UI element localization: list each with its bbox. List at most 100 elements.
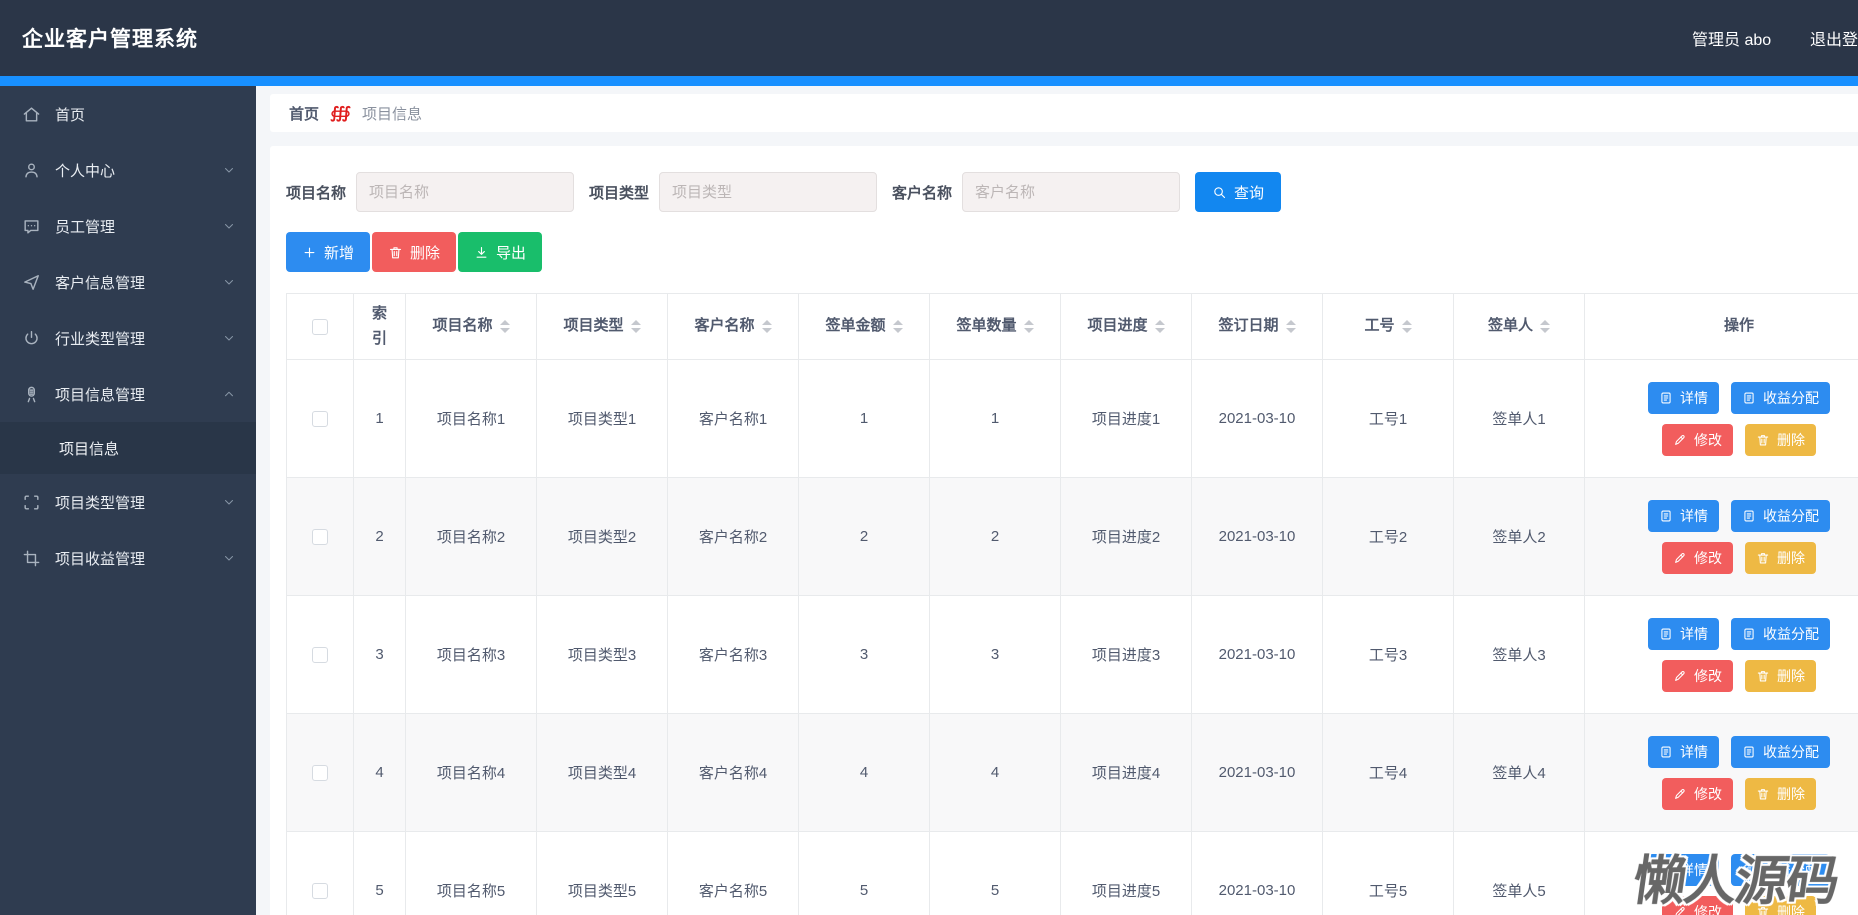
header-cell-ops: 操作: [1584, 293, 1858, 360]
profit-assign-button[interactable]: 收益分配: [1731, 499, 1830, 532]
logout-button[interactable]: 退出登录: [1810, 26, 1858, 50]
cell-ops: 详情 收益分配修改 删除: [1584, 831, 1858, 915]
profit-assign-button[interactable]: 收益分配: [1731, 381, 1830, 414]
chevron-down-icon: [222, 495, 236, 509]
delete-button[interactable]: 删除: [1745, 895, 1816, 915]
cell-job_no: 工号5: [1322, 831, 1454, 915]
cell-signer: 签单人5: [1453, 831, 1585, 915]
project-type-input[interactable]: [659, 172, 878, 212]
detail-button[interactable]: 详情: [1648, 617, 1719, 650]
header-cell-quantity[interactable]: 签单数量: [929, 293, 1061, 360]
header-cell-progress[interactable]: 项目进度: [1060, 293, 1192, 360]
select-all-checkbox[interactable]: [312, 318, 328, 335]
sidebar-item[interactable]: 客户信息管理: [0, 254, 256, 310]
header-cell-date[interactable]: 签订日期: [1191, 293, 1323, 360]
edit-button-label: 修改: [1694, 549, 1722, 566]
detail-button[interactable]: 详情: [1648, 735, 1719, 768]
file-icon: [1659, 391, 1673, 405]
row-checkbox[interactable]: [312, 765, 328, 782]
crop-icon: [22, 549, 41, 568]
home-icon: [22, 105, 41, 124]
cell-name: 项目名称1: [405, 359, 537, 478]
edit-button[interactable]: 修改: [1662, 895, 1733, 915]
row-checkbox[interactable]: [312, 529, 328, 546]
cell-ops: 详情 收益分配 修改 删除: [1584, 477, 1858, 596]
header-cell-amount[interactable]: 签单金额: [798, 293, 930, 360]
cell-progress: 项目进度1: [1060, 359, 1192, 478]
pen-icon: [1673, 433, 1687, 447]
cell-progress: 项目进度5: [1060, 831, 1192, 915]
sort-caret-icon: [1285, 320, 1296, 334]
sidebar-submenu: 项目信息: [0, 422, 256, 474]
detail-button[interactable]: 详情: [1648, 853, 1719, 886]
projects-table: 索引 项目名称 项目类型 客户名称 签单金额 签单数量 项目进度 签订日期 工号 签单人 操作 1项…: [286, 293, 1858, 915]
header-cell-customer[interactable]: 客户名称: [667, 293, 799, 360]
delete-button[interactable]: 删除: [1745, 541, 1816, 574]
header-cell-name[interactable]: 项目名称: [405, 293, 537, 360]
cell-quantity: 1: [929, 359, 1061, 478]
sidebar-item[interactable]: 员工管理: [0, 198, 256, 254]
sidebar-item-label: 首页: [55, 106, 86, 124]
sidebar-menu: 首页个人中心员工管理客户信息管理行业类型管理项目信息管理 项目信息 项目类型管理 项目…: [0, 86, 256, 915]
sidebar-item-label: 个人中心: [55, 162, 116, 180]
delete-button[interactable]: 删除: [1745, 423, 1816, 456]
table-row: 1 项目名称1 项目类型1 客户名称1 1 1 项目进度1 2021-03-10 工号1 签单人1…: [286, 359, 1858, 478]
sidebar-item[interactable]: 个人中心: [0, 142, 256, 198]
detail-button[interactable]: 详情: [1648, 381, 1719, 414]
sidebar-subitem[interactable]: 项目信息: [0, 422, 256, 474]
table-row: 4 项目名称4 项目类型4 客户名称4 4 4 项目进度4 2021-03-10 工号4 签单人4…: [286, 713, 1858, 832]
edit-button[interactable]: 修改: [1662, 541, 1733, 574]
sidebar-item[interactable]: 项目收益管理: [0, 530, 256, 586]
cell-checkbox: [286, 359, 354, 478]
query-button[interactable]: 查询: [1195, 172, 1282, 212]
row-checkbox[interactable]: [312, 647, 328, 664]
header-cell-type[interactable]: 项目类型: [536, 293, 668, 360]
header-cell-signer[interactable]: 签单人: [1453, 293, 1585, 360]
edit-button[interactable]: 修改: [1662, 777, 1733, 810]
profit-assign-button[interactable]: 收益分配: [1731, 853, 1830, 886]
plus-icon: [302, 245, 317, 260]
cell-ops: 详情 收益分配修改 删除: [1584, 713, 1858, 832]
column-label: 签单人: [1487, 317, 1533, 335]
file-icon: [1742, 391, 1756, 405]
trash-icon: [1756, 905, 1770, 915]
admin-user-menu[interactable]: 管理员 abo: [1692, 26, 1771, 50]
delete-button[interactable]: 删除: [372, 232, 457, 272]
sidebar-item-label: 员工管理: [55, 218, 116, 236]
cell-name: 项目名称5: [405, 831, 537, 915]
row-actions: 详情 收益分配修改 删除: [1623, 381, 1855, 456]
edit-button[interactable]: 修改: [1662, 659, 1733, 692]
pen-icon: [1673, 551, 1687, 565]
row-actions: 详情 收益分配修改 删除: [1623, 617, 1855, 692]
cell-customer: 客户名称1: [667, 359, 799, 478]
sidebar-item[interactable]: 行业类型管理: [0, 310, 256, 366]
sidebar-item[interactable]: 首页: [0, 86, 256, 142]
detail-button[interactable]: 详情: [1648, 499, 1719, 532]
row-checkbox[interactable]: [312, 411, 328, 428]
export-button[interactable]: 导出: [458, 232, 543, 272]
sidebar-item-label: 行业类型管理: [55, 330, 146, 348]
edit-button[interactable]: 修改: [1662, 423, 1733, 456]
cell-progress: 项目进度2: [1060, 477, 1192, 596]
project-name-input[interactable]: [356, 172, 575, 212]
column-label: 工号: [1364, 317, 1395, 335]
header-cell-job_no[interactable]: 工号: [1322, 293, 1454, 360]
sort-caret-icon: [499, 320, 510, 334]
cell-type: 项目类型3: [536, 595, 668, 714]
row-actions: 详情 收益分配修改 删除: [1623, 853, 1855, 915]
sidebar-item[interactable]: 项目信息管理: [0, 366, 256, 422]
breadcrumb-home-link[interactable]: 首页: [289, 103, 319, 124]
delete-button[interactable]: 删除: [1745, 659, 1816, 692]
customer-name-input[interactable]: [962, 172, 1181, 212]
cell-date: 2021-03-10: [1191, 359, 1323, 478]
delete-button[interactable]: 删除: [1745, 777, 1816, 810]
chevron-down-icon: [222, 551, 236, 565]
profit-assign-button[interactable]: 收益分配: [1731, 617, 1830, 650]
add-button[interactable]: 新增: [286, 232, 371, 272]
profit-assign-button[interactable]: 收益分配: [1731, 735, 1830, 768]
cell-type: 项目类型5: [536, 831, 668, 915]
row-checkbox[interactable]: [312, 883, 328, 900]
breadcrumb-separator-icon: ∰: [330, 105, 352, 122]
sidebar-item[interactable]: 项目类型管理: [0, 474, 256, 530]
chevron-down-icon: [222, 331, 236, 345]
